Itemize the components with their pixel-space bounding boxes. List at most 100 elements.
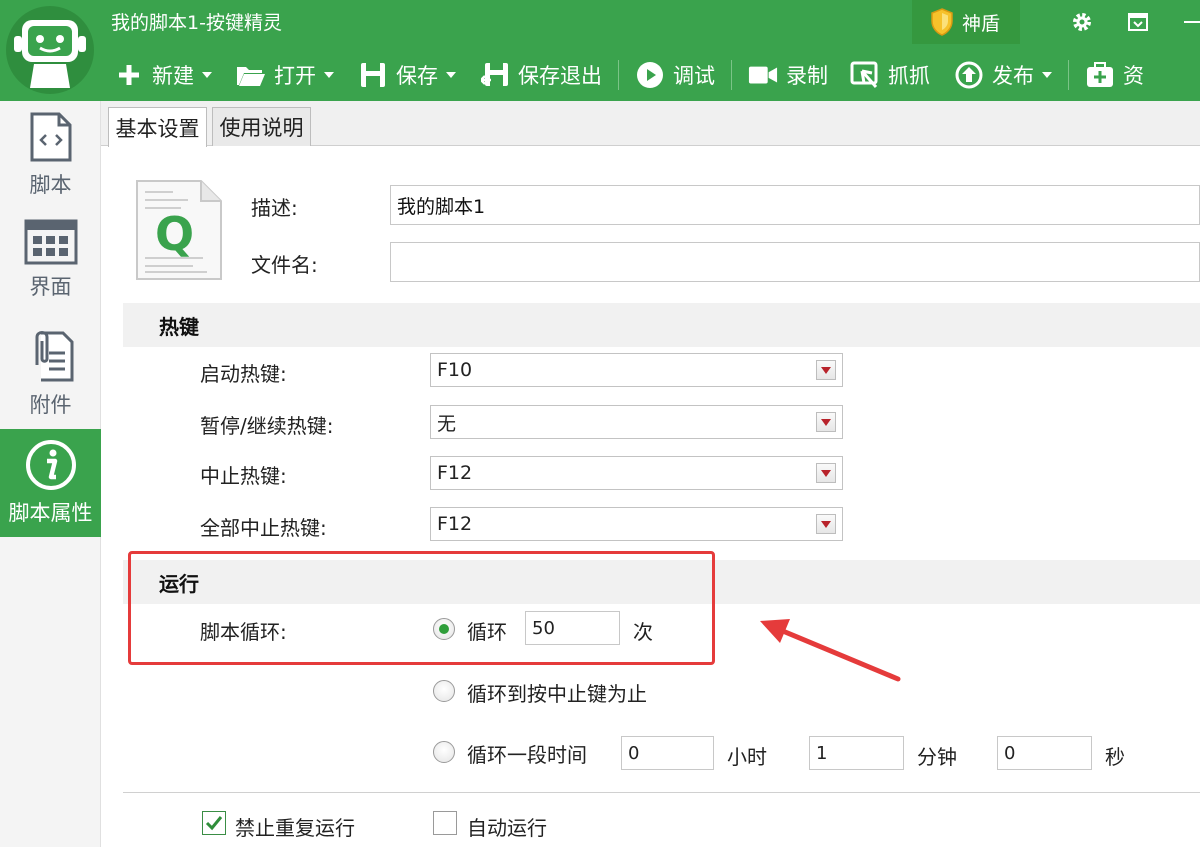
save-label: 保存 (396, 64, 438, 88)
script-file-icon (30, 112, 71, 162)
sidebar-item-script[interactable]: 脚本 (0, 111, 101, 209)
start-hotkey-select[interactable]: F10 (430, 353, 843, 387)
save-exit-label: 保存退出 (518, 64, 602, 88)
shield-icon (931, 8, 953, 36)
plus-icon (114, 60, 144, 90)
sidebar-label-attachment: 附件 (29, 393, 72, 417)
filename-field[interactable] (390, 242, 1200, 282)
highlight-annotation-box (128, 551, 715, 665)
chevron-down-icon[interactable] (202, 72, 212, 78)
svg-text:Q: Q (155, 207, 194, 261)
seconds-unit: 秒 (1105, 745, 1125, 769)
description-label: 描述: (251, 196, 298, 220)
play-icon (635, 60, 665, 90)
info-icon (25, 440, 76, 490)
loop-duration-label: 循环一段时间 (467, 743, 587, 767)
save-icon (358, 60, 388, 90)
open-button[interactable]: 打开 (232, 55, 338, 95)
grab-label: 抓抓 (888, 64, 930, 88)
settings-button[interactable] (1062, 0, 1102, 44)
grab-icon (850, 60, 880, 90)
stop-all-hotkey-value: F12 (437, 513, 473, 535)
sidebar-label-script-properties: 脚本属性 (8, 501, 93, 525)
toolbar-divider (1068, 60, 1069, 90)
save-exit-button[interactable]: 保存退出 (476, 55, 606, 95)
loop-until-stop-radio[interactable] (433, 680, 455, 702)
sidebar-label-script: 脚本 (29, 173, 72, 197)
sidebar-item-script-properties[interactable]: 脚本属性 (0, 429, 101, 537)
loop-duration-radio[interactable] (433, 741, 455, 763)
sidebar-label-interface: 界面 (29, 275, 72, 299)
minutes-unit: 分钟 (917, 745, 957, 769)
sidebar: 脚本 界面 附件 脚本属性 (0, 101, 101, 847)
description-field[interactable]: 我的脚本1 (390, 185, 1200, 225)
debug-button[interactable]: 调试 (631, 55, 719, 95)
gear-icon (1073, 13, 1091, 31)
minimize-icon (1184, 21, 1200, 23)
section-divider (123, 792, 1200, 793)
minimize-button[interactable] (1176, 0, 1200, 44)
stop-hotkey-select[interactable]: F12 (430, 456, 843, 490)
no-repeat-checkbox[interactable] (202, 811, 226, 835)
save-button[interactable]: 保存 (354, 55, 460, 95)
dropdown-arrow-icon[interactable] (816, 360, 836, 380)
hours-input[interactable]: 0 (621, 736, 714, 770)
tab-usage-instructions[interactable]: 使用说明 (212, 107, 311, 146)
pause-hotkey-select[interactable]: 无 (430, 405, 843, 439)
minutes-input[interactable]: 1 (809, 736, 904, 770)
toolbar-divider (731, 60, 732, 90)
chevron-down-icon[interactable] (1042, 72, 1052, 78)
seconds-input[interactable]: 0 (997, 736, 1092, 770)
sidebar-item-attachment[interactable]: 附件 (0, 327, 101, 427)
camera-icon (748, 60, 778, 90)
dropdown-arrow-icon[interactable] (816, 412, 836, 432)
dropdown-arrow-icon[interactable] (816, 514, 836, 534)
menu-button[interactable] (1118, 0, 1158, 44)
stop-all-hotkey-label: 全部中止热键: (200, 516, 327, 540)
filename-label: 文件名: (251, 253, 318, 277)
record-button[interactable]: 录制 (744, 55, 832, 95)
record-label: 录制 (786, 64, 828, 88)
shield-label: 神盾 (962, 12, 1001, 35)
new-button[interactable]: 新建 (110, 55, 216, 95)
pause-hotkey-value: 无 (437, 412, 457, 435)
no-repeat-label: 禁止重复运行 (235, 816, 355, 840)
hotkey-section-title: 热键 (123, 303, 1200, 347)
loop-until-stop-label: 循环到按中止键为止 (467, 682, 647, 706)
resource-icon (1085, 60, 1115, 90)
robot-logo-icon (6, 6, 94, 94)
resource-button[interactable]: 资 (1081, 55, 1148, 95)
start-hotkey-value: F10 (437, 359, 473, 381)
resource-label: 资 (1123, 64, 1144, 88)
auto-run-checkbox[interactable] (433, 811, 457, 835)
window-menu-icon (1128, 13, 1148, 31)
folder-icon (236, 60, 266, 90)
stop-all-hotkey-select[interactable]: F12 (430, 507, 843, 541)
dropdown-arrow-icon[interactable] (816, 463, 836, 483)
attachment-icon (35, 331, 73, 382)
new-label: 新建 (152, 64, 194, 88)
tab-basic-settings[interactable]: 基本设置 (108, 107, 207, 147)
save-exit-icon (480, 60, 510, 90)
title-bar: 我的脚本1-按键精灵 神盾 新建 打开 保存 保存退出 调试 录制 抓抓 发布 … (0, 0, 1200, 101)
grab-button[interactable]: 抓抓 (846, 55, 934, 95)
stop-hotkey-label: 中止热键: (200, 464, 287, 488)
sidebar-item-interface[interactable]: 界面 (0, 219, 101, 317)
publish-button[interactable]: 发布 (950, 55, 1056, 95)
hours-unit: 小时 (727, 745, 767, 769)
open-label: 打开 (274, 64, 316, 88)
auto-run-label: 自动运行 (467, 816, 547, 840)
pause-hotkey-label: 暂停/继续热键: (200, 414, 334, 438)
stop-hotkey-value: F12 (437, 462, 473, 484)
chevron-down-icon[interactable] (446, 72, 456, 78)
red-arrow-annotation-icon (760, 619, 901, 682)
debug-label: 调试 (673, 64, 715, 88)
chevron-down-icon[interactable] (324, 72, 334, 78)
toolbar-divider (618, 60, 619, 90)
toolbar: 新建 打开 保存 保存退出 调试 录制 抓抓 发布 资 (110, 54, 1200, 96)
main-panel: 基本设置 使用说明 Q 描述: 我的脚本1 文件名: 热键 启动热键: F10 … (101, 101, 1200, 847)
shield-button[interactable]: 神盾 (912, 0, 1020, 44)
start-hotkey-label: 启动热键: (200, 362, 287, 386)
publish-label: 发布 (992, 64, 1034, 88)
publish-icon (954, 60, 984, 90)
